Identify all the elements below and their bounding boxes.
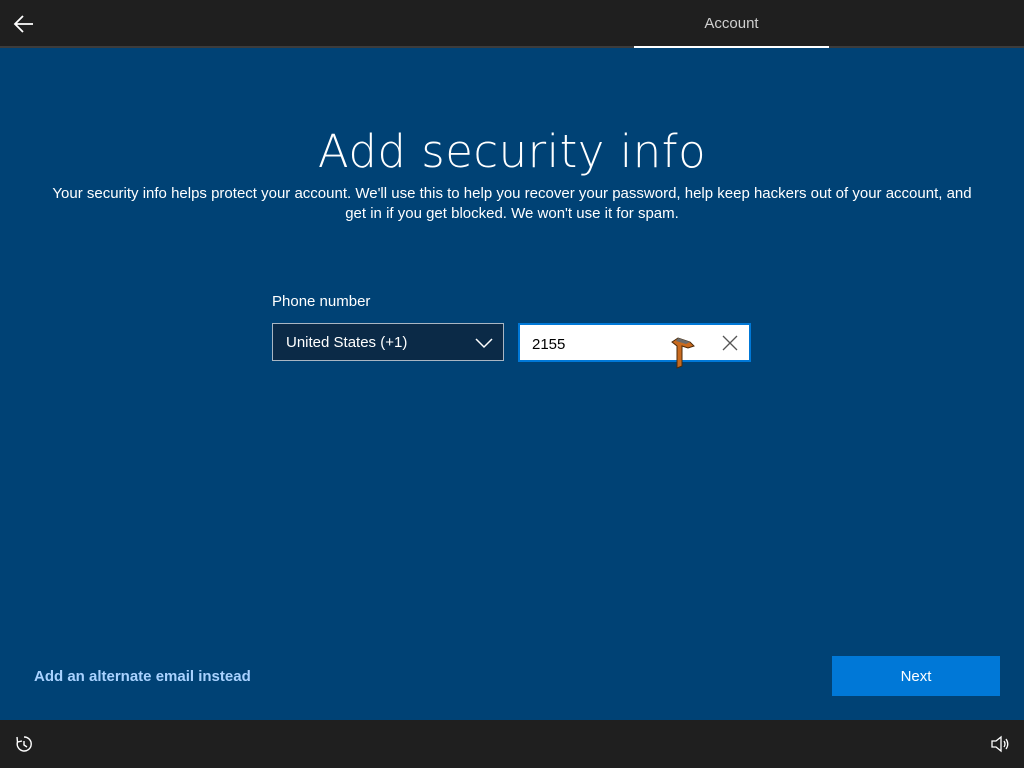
tab-account: Account [634, 0, 829, 48]
next-button-label: Next [900, 667, 932, 685]
tab-underline [634, 46, 829, 48]
bottom-bar [0, 720, 1024, 768]
country-code-value: United States (+1) [286, 333, 408, 351]
tab-account-label: Account [704, 14, 759, 32]
country-code-select[interactable]: United States (+1) [272, 323, 504, 361]
mouse-cursor-icon [671, 337, 695, 369]
volume-icon[interactable] [990, 734, 1010, 754]
phone-number-field[interactable] [518, 323, 751, 362]
add-alternate-email-link[interactable]: Add an alternate email instead [34, 668, 251, 685]
page-description: Your security info helps protect your ac… [52, 185, 972, 222]
chevron-down-icon [475, 338, 493, 349]
clear-icon[interactable] [721, 334, 739, 352]
back-button[interactable] [8, 8, 40, 40]
page-title: Add security info [317, 125, 707, 178]
back-arrow-icon [13, 15, 33, 33]
phone-number-label: Phone number [272, 293, 371, 310]
ease-of-access-icon[interactable] [14, 734, 34, 754]
top-bar: Account [0, 0, 1024, 48]
next-button[interactable]: Next [832, 656, 1000, 696]
